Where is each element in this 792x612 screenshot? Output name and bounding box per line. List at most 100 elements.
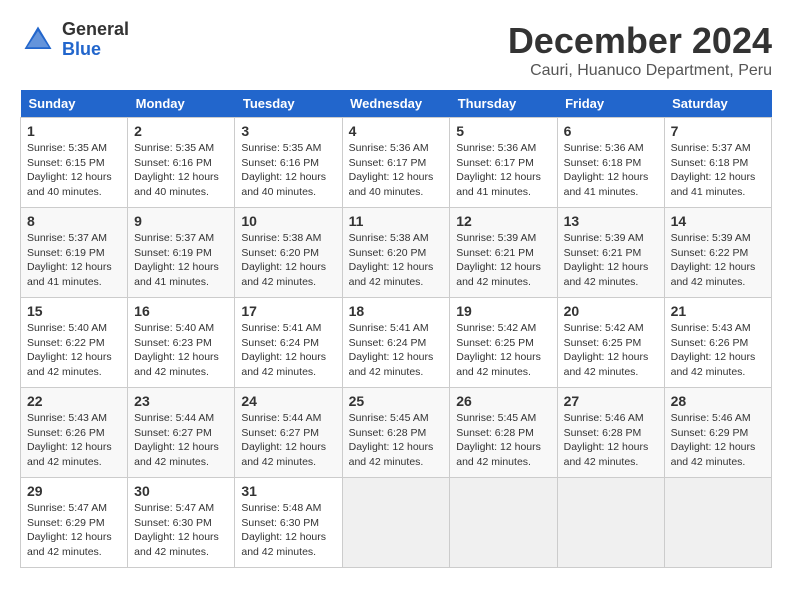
- table-row: 12Sunrise: 5:39 AM Sunset: 6:21 PM Dayli…: [450, 208, 557, 298]
- day-number: 26: [456, 393, 550, 409]
- table-row: 2Sunrise: 5:35 AM Sunset: 6:16 PM Daylig…: [128, 118, 235, 208]
- day-number: 16: [134, 303, 228, 319]
- table-row: 18 Sunrise: 5:41 AM Sunset: 6:24 PM Dayli…: [342, 298, 450, 388]
- day-number: 25: [349, 393, 444, 409]
- logo: General Blue: [20, 20, 129, 60]
- day-number: 29: [27, 483, 121, 499]
- table-row: 9 Sunrise: 5:37 AM Sunset: 6:19 PM Daylig…: [128, 208, 235, 298]
- table-row: 26 Sunrise: 5:45 AM Sunset: 6:28 PM Dayli…: [450, 388, 557, 478]
- table-row: 3Sunrise: 5:35 AM Sunset: 6:16 PM Daylig…: [235, 118, 342, 208]
- table-row: 7 Sunrise: 5:37 AM Sunset: 6:18 PM Daylig…: [664, 118, 771, 208]
- day-number: 8: [27, 213, 121, 229]
- day-info: Sunrise: 5:48 AM Sunset: 6:30 PM Dayligh…: [241, 501, 335, 560]
- day-number: 22: [27, 393, 121, 409]
- table-row: [450, 478, 557, 568]
- logo-general: General: [62, 20, 129, 40]
- day-number: 31: [241, 483, 335, 499]
- day-info: Sunrise: 5:47 AM Sunset: 6:30 PM Dayligh…: [134, 501, 228, 560]
- table-row: 10 Sunrise: 5:38 AM Sunset: 6:20 PM Dayli…: [235, 208, 342, 298]
- table-row: 29 Sunrise: 5:47 AM Sunset: 6:29 PM Dayli…: [21, 478, 128, 568]
- table-row: 24Sunrise: 5:44 AM Sunset: 6:27 PM Dayli…: [235, 388, 342, 478]
- day-info: Sunrise: 5:46 AM Sunset: 6:28 PM Dayligh…: [564, 411, 658, 470]
- table-row: 4 Sunrise: 5:36 AM Sunset: 6:17 PM Daylig…: [342, 118, 450, 208]
- day-info: Sunrise: 5:40 AM Sunset: 6:23 PM Dayligh…: [134, 321, 228, 380]
- day-info: Sunrise: 5:38 AM Sunset: 6:20 PM Dayligh…: [241, 231, 335, 290]
- calendar-row: 1 Sunrise: 5:35 AM Sunset: 6:15 PM Daylig…: [21, 118, 772, 208]
- table-row: 23Sunrise: 5:44 AM Sunset: 6:27 PM Dayli…: [128, 388, 235, 478]
- day-number: 6: [564, 123, 658, 139]
- table-row: 5Sunrise: 5:36 AM Sunset: 6:17 PM Daylig…: [450, 118, 557, 208]
- calendar-row: 22 Sunrise: 5:43 AM Sunset: 6:26 PM Dayli…: [21, 388, 772, 478]
- day-number: 10: [241, 213, 335, 229]
- day-info: Sunrise: 5:46 AM Sunset: 6:29 PM Dayligh…: [671, 411, 765, 470]
- day-info: Sunrise: 5:45 AM Sunset: 6:28 PM Dayligh…: [456, 411, 550, 470]
- col-saturday: Saturday: [664, 90, 771, 118]
- day-number: 27: [564, 393, 658, 409]
- day-info: Sunrise: 5:39 AM Sunset: 6:21 PM Dayligh…: [564, 231, 658, 290]
- day-number: 17: [241, 303, 335, 319]
- logo-icon: [20, 22, 56, 58]
- day-info: Sunrise: 5:37 AM Sunset: 6:19 PM Dayligh…: [134, 231, 228, 290]
- day-number: 3: [241, 123, 335, 139]
- table-row: 22 Sunrise: 5:43 AM Sunset: 6:26 PM Dayli…: [21, 388, 128, 478]
- day-number: 20: [564, 303, 658, 319]
- day-number: 21: [671, 303, 765, 319]
- calendar-table: Sunday Monday Tuesday Wednesday Thursday…: [20, 90, 772, 568]
- table-row: 27 Sunrise: 5:46 AM Sunset: 6:28 PM Dayli…: [557, 388, 664, 478]
- day-number: 1: [27, 123, 121, 139]
- day-info: Sunrise: 5:36 AM Sunset: 6:18 PM Dayligh…: [564, 141, 658, 200]
- col-monday: Monday: [128, 90, 235, 118]
- day-number: 30: [134, 483, 228, 499]
- calendar-row: 8 Sunrise: 5:37 AM Sunset: 6:19 PM Daylig…: [21, 208, 772, 298]
- day-info: Sunrise: 5:35 AM Sunset: 6:16 PM Dayligh…: [134, 141, 228, 200]
- table-row: [342, 478, 450, 568]
- location: Cauri, Huanuco Department, Peru: [508, 62, 772, 80]
- calendar-row: 15 Sunrise: 5:40 AM Sunset: 6:22 PM Dayli…: [21, 298, 772, 388]
- col-tuesday: Tuesday: [235, 90, 342, 118]
- day-info: Sunrise: 5:41 AM Sunset: 6:24 PM Dayligh…: [241, 321, 335, 380]
- day-info: Sunrise: 5:39 AM Sunset: 6:22 PM Dayligh…: [671, 231, 765, 290]
- day-number: 18: [349, 303, 444, 319]
- calendar-row: 29 Sunrise: 5:47 AM Sunset: 6:29 PM Dayli…: [21, 478, 772, 568]
- day-info: Sunrise: 5:40 AM Sunset: 6:22 PM Dayligh…: [27, 321, 121, 380]
- table-row: 11 Sunrise: 5:38 AM Sunset: 6:20 PM Dayli…: [342, 208, 450, 298]
- table-row: 1 Sunrise: 5:35 AM Sunset: 6:15 PM Daylig…: [21, 118, 128, 208]
- day-number: 15: [27, 303, 121, 319]
- table-row: [557, 478, 664, 568]
- day-info: Sunrise: 5:37 AM Sunset: 6:19 PM Dayligh…: [27, 231, 121, 290]
- day-info: Sunrise: 5:42 AM Sunset: 6:25 PM Dayligh…: [456, 321, 550, 380]
- day-info: Sunrise: 5:39 AM Sunset: 6:21 PM Dayligh…: [456, 231, 550, 290]
- col-wednesday: Wednesday: [342, 90, 450, 118]
- day-info: Sunrise: 5:38 AM Sunset: 6:20 PM Dayligh…: [349, 231, 444, 290]
- day-info: Sunrise: 5:43 AM Sunset: 6:26 PM Dayligh…: [27, 411, 121, 470]
- table-row: 13 Sunrise: 5:39 AM Sunset: 6:21 PM Dayli…: [557, 208, 664, 298]
- table-row: 8 Sunrise: 5:37 AM Sunset: 6:19 PM Daylig…: [21, 208, 128, 298]
- day-number: 19: [456, 303, 550, 319]
- table-row: 17 Sunrise: 5:41 AM Sunset: 6:24 PM Dayli…: [235, 298, 342, 388]
- day-number: 13: [564, 213, 658, 229]
- table-row: 30 Sunrise: 5:47 AM Sunset: 6:30 PM Dayli…: [128, 478, 235, 568]
- day-info: Sunrise: 5:43 AM Sunset: 6:26 PM Dayligh…: [671, 321, 765, 380]
- day-info: Sunrise: 5:47 AM Sunset: 6:29 PM Dayligh…: [27, 501, 121, 560]
- day-info: Sunrise: 5:44 AM Sunset: 6:27 PM Dayligh…: [241, 411, 335, 470]
- day-number: 9: [134, 213, 228, 229]
- day-number: 7: [671, 123, 765, 139]
- day-info: Sunrise: 5:45 AM Sunset: 6:28 PM Dayligh…: [349, 411, 444, 470]
- day-info: Sunrise: 5:36 AM Sunset: 6:17 PM Dayligh…: [349, 141, 444, 200]
- page-header: General Blue December 2024 Cauri, Huanuc…: [20, 20, 772, 80]
- day-number: 11: [349, 213, 444, 229]
- day-info: Sunrise: 5:42 AM Sunset: 6:25 PM Dayligh…: [564, 321, 658, 380]
- table-row: 25 Sunrise: 5:45 AM Sunset: 6:28 PM Dayli…: [342, 388, 450, 478]
- col-sunday: Sunday: [21, 90, 128, 118]
- day-info: Sunrise: 5:41 AM Sunset: 6:24 PM Dayligh…: [349, 321, 444, 380]
- month-title: December 2024: [508, 20, 772, 62]
- table-row: 19 Sunrise: 5:42 AM Sunset: 6:25 PM Dayli…: [450, 298, 557, 388]
- day-info: Sunrise: 5:35 AM Sunset: 6:15 PM Dayligh…: [27, 141, 121, 200]
- table-row: 6 Sunrise: 5:36 AM Sunset: 6:18 PM Daylig…: [557, 118, 664, 208]
- day-number: 23: [134, 393, 228, 409]
- day-number: 4: [349, 123, 444, 139]
- day-info: Sunrise: 5:37 AM Sunset: 6:18 PM Dayligh…: [671, 141, 765, 200]
- table-row: 14Sunrise: 5:39 AM Sunset: 6:22 PM Dayli…: [664, 208, 771, 298]
- day-info: Sunrise: 5:36 AM Sunset: 6:17 PM Dayligh…: [456, 141, 550, 200]
- table-row: 16 Sunrise: 5:40 AM Sunset: 6:23 PM Dayli…: [128, 298, 235, 388]
